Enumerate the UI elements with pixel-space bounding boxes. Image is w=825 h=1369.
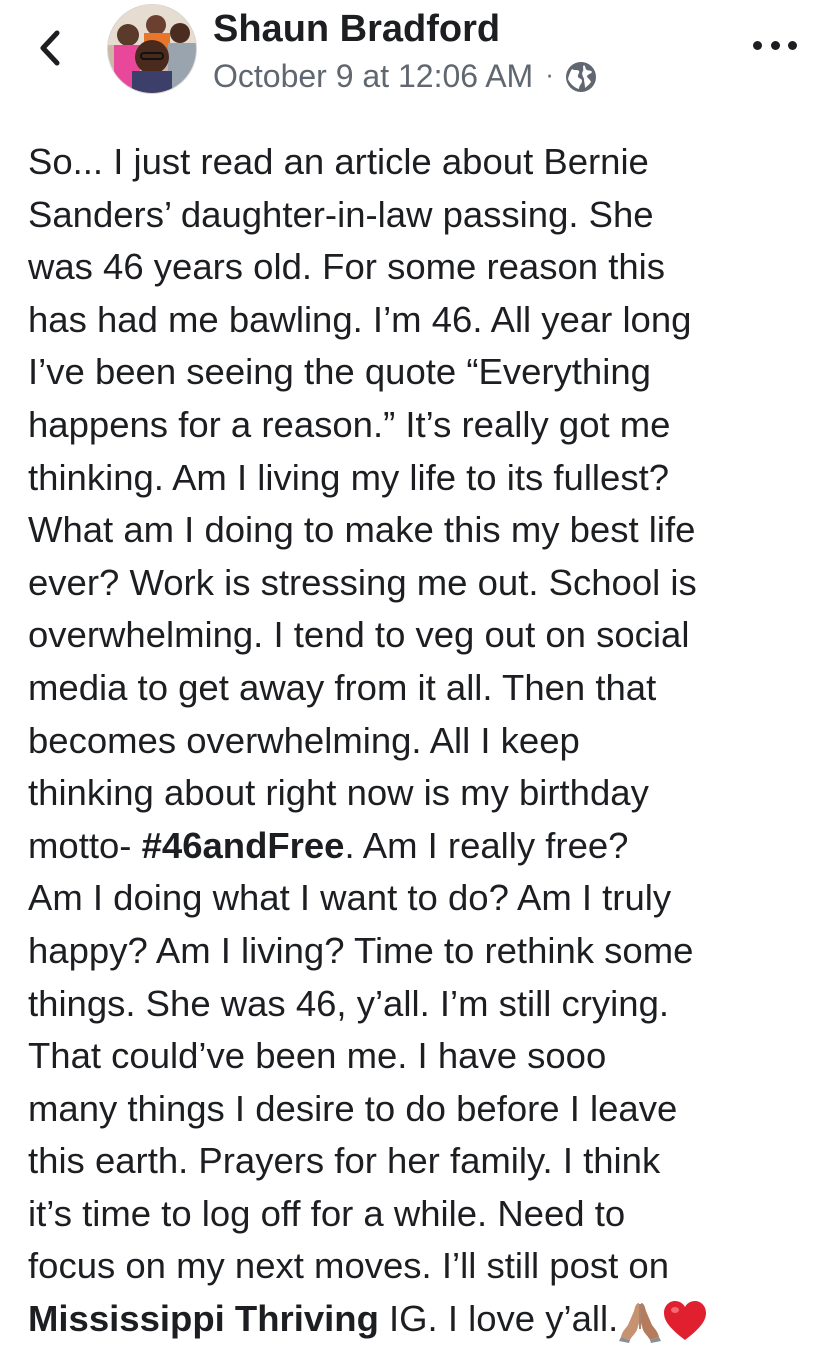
back-button[interactable] — [30, 28, 70, 68]
red-heart-emoji — [664, 1301, 707, 1341]
post-line: it’s time to log off for a while. Need t… — [28, 1192, 626, 1234]
post-line: media to get away from it all. Then that — [28, 666, 657, 708]
post-timestamp[interactable]: October 9 at 12:06 AM — [213, 58, 533, 95]
post-line: What am I doing to make this my best lif… — [28, 509, 696, 551]
post-line: motto- #46andFree. Am I really free? — [28, 820, 808, 873]
praying-hands-emoji — [619, 1303, 662, 1344]
post-line: ever? Work is stressing me out. School i… — [28, 561, 697, 603]
post-line: things. She was 46, y’all. I’m still cry… — [28, 982, 670, 1024]
post-line: happy? Am I living? Time to rethink some — [28, 929, 694, 971]
page-mention-link[interactable]: Mississippi Thriving — [28, 1298, 379, 1339]
more-options-button[interactable] — [753, 30, 797, 60]
post-line: many things I desire to do before I leav… — [28, 1087, 678, 1129]
more-options-icon — [753, 40, 762, 50]
post-header: Shaun Bradford October 9 at 12:06 AM · — [0, 0, 825, 110]
post-meta: October 9 at 12:06 AM · — [213, 58, 598, 95]
meta-separator: · — [545, 59, 554, 89]
author-name[interactable]: Shaun Bradford — [213, 8, 500, 51]
post-text: IG. I love y’all. — [378, 1298, 619, 1340]
hashtag-link[interactable]: #46andFree — [142, 825, 345, 866]
post-line: thinking. Am I living my life to its ful… — [28, 456, 670, 498]
post-line: Mississippi Thriving IG. I love y’all. — [28, 1293, 808, 1346]
post-line: overwhelming. I tend to veg out on socia… — [28, 614, 690, 656]
post-text: . Am I really free? — [344, 824, 629, 866]
post-line: happens for a reason.” It’s really got m… — [28, 403, 671, 445]
post-text: motto- — [28, 824, 142, 866]
post-line: So... I just read an article about Berni… — [28, 141, 649, 182]
globe-icon[interactable] — [564, 60, 598, 94]
more-options-icon-dot — [788, 40, 797, 50]
post-line: this earth. Prayers for her family. I th… — [28, 1140, 661, 1182]
post-line: Sanders’ daughter-in-law passing. She — [28, 193, 654, 235]
post-line: focus on my next moves. I’ll still post … — [28, 1245, 670, 1287]
post-body: So... I just read an article about Berni… — [28, 136, 808, 1346]
post-line: becomes overwhelming. All I keep — [28, 719, 580, 761]
post-line: Am I doing what I want to do? Am I truly — [28, 877, 672, 919]
post-line: I’ve been seeing the quote “Everything — [28, 351, 651, 393]
profile-photo — [108, 5, 196, 93]
avatar[interactable] — [107, 4, 197, 94]
post-line: was 46 years old. For some reason this — [28, 246, 666, 288]
chevron-left-icon — [40, 30, 60, 66]
post-line: has had me bawling. I’m 46. All year lon… — [28, 298, 692, 340]
post-line: That could’ve been me. I have sooo — [28, 1035, 607, 1077]
post-line: thinking about right now is my birthday — [28, 772, 649, 814]
more-options-icon-dot — [770, 40, 780, 50]
